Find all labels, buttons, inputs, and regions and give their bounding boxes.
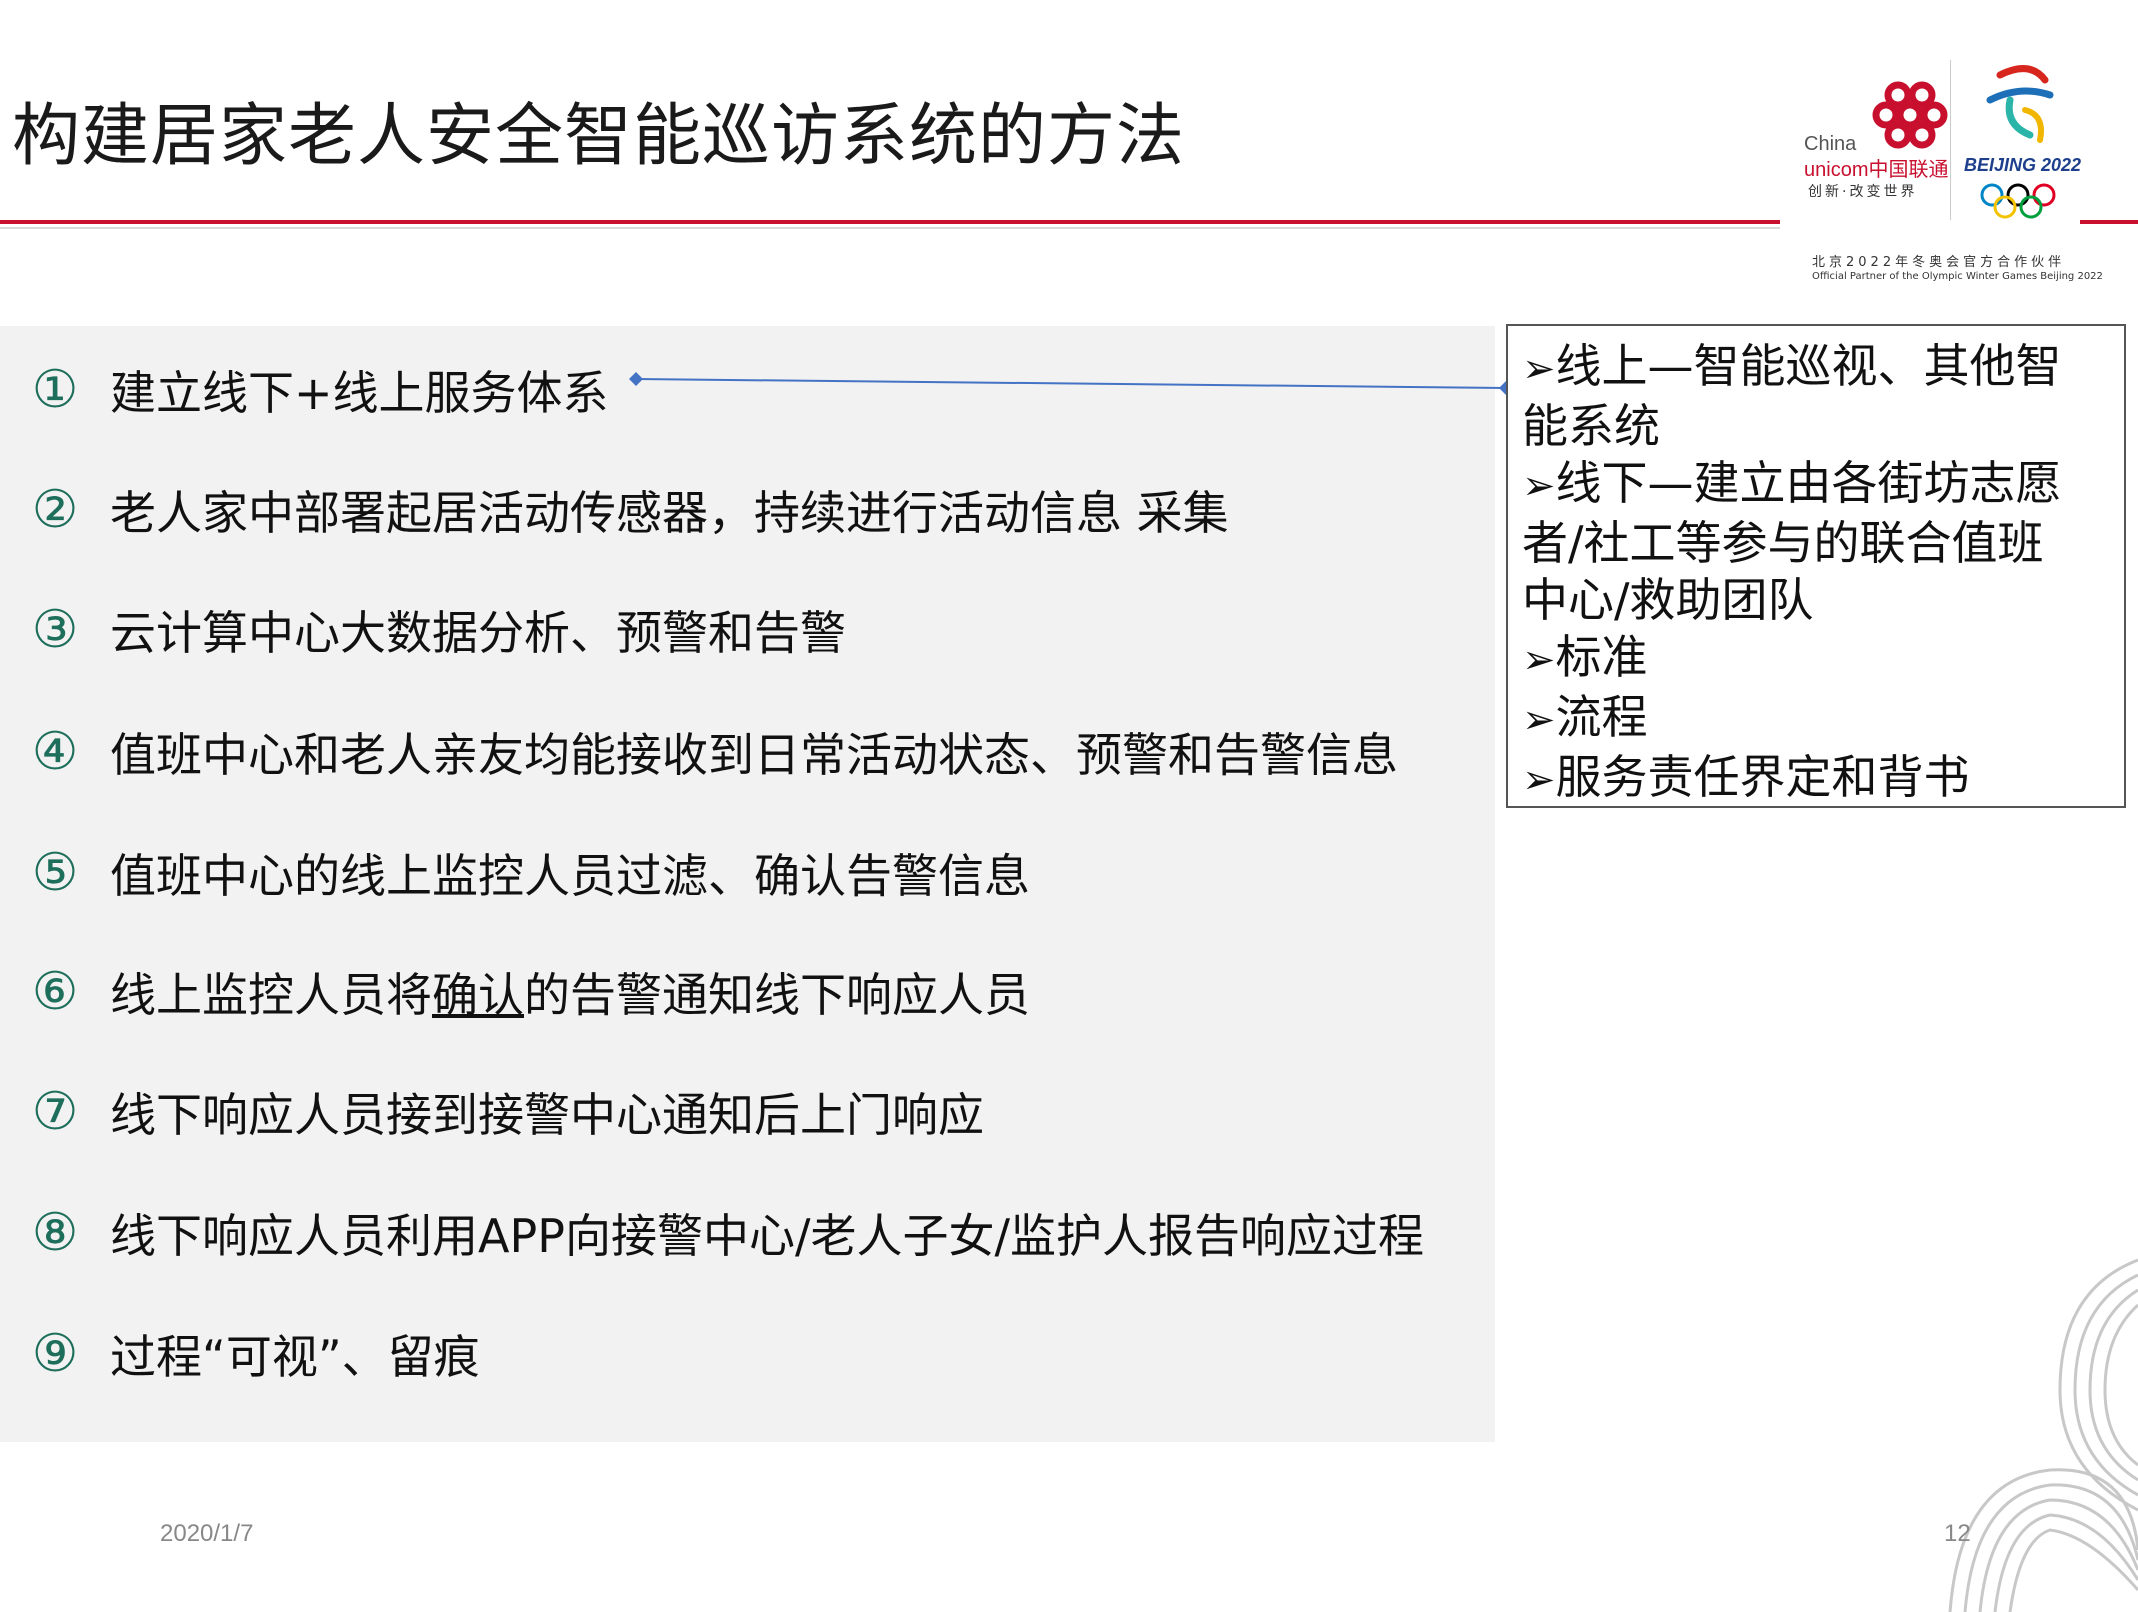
step-text: 值班中心的线上监控人员过滤、确认告警信息 [110,849,1030,903]
step-item-3: ③ 云计算中心大数据分析、预警和告警 [0,590,846,670]
unicom-slogan: 创新·改变世界 [1808,184,1918,200]
callout-line-6: ➢标准 [1522,629,2110,689]
logo-divider [1950,60,1951,220]
step-item-8: ⑧ 线下响应人员利用APP向接警中心/老人子女/监护人报告响应过程 [0,1193,1424,1273]
callout-line-4: 者/社工等参与的联合值班 [1522,515,2110,572]
step-text: 线上监控人员将确认的告警通知线下响应人员 [110,959,1030,1025]
step-item-6: ⑥ 线上监控人员将确认的告警通知线下响应人员 [0,952,1030,1032]
decorative-swirl-watermark-icon [1948,1258,2138,1612]
callout-text: 者/社工等参与的联合值班 [1522,516,2044,570]
partner-english-caption: Official Partner of the Olympic Winter G… [1812,271,2103,282]
step-text-underlined: 确认 [432,968,524,1022]
callout-line-7: ➢流程 [1522,689,2110,749]
callout-line-3: ➢线下—建立由各街坊志愿 [1522,455,2110,515]
beijing-2022-label: BEIJING 2022 [1964,155,2082,175]
callout-line-1: ➢线上—智能巡视、其他智 [1522,338,2110,398]
arrow-bullet-icon: ➢ [1522,697,1556,743]
step-text-before: 线上监控人员将 [110,968,432,1022]
beijing-2022-emblem-icon [1986,65,2054,143]
step-text: 过程“可视”、留痕 [110,1330,480,1384]
step-text: 值班中心和老人亲友均能接收到日常活动状态、预警和告警信息 [110,728,1398,782]
callout-text: 线下—建立由各街坊志愿 [1555,456,2062,510]
step-number: ⑤ [31,843,79,903]
step-text: 线下响应人员接到接警中心通知后上门响应 [110,1088,984,1142]
callout-text: 标准 [1555,630,1648,684]
callout-text: 中心/救助团队 [1522,573,1814,627]
step-text: 云计算中心大数据分析、预警和告警 [110,606,846,660]
china-unicom-knot-icon [1872,81,1948,149]
title-underline-red [0,220,1780,224]
olympic-rings-icon [1980,183,2056,219]
step-number: ④ [31,722,79,782]
arrow-bullet-icon: ➢ [1522,463,1556,509]
unicom-brand-label: unicom中国联通 [1804,159,1949,181]
step-item-4: ④ 值班中心和老人亲友均能接收到日常活动状态、预警和告警信息 [0,712,1398,792]
partner-chinese-caption: 北京2022年冬奥会官方合作伙伴 [1812,255,2066,270]
arrow-bullet-icon: ➢ [1522,637,1556,683]
service-system-callout: ➢线上—智能巡视、其他智 能系统 ➢线下—建立由各街坊志愿 者/社工等参与的联合… [1506,324,2126,808]
step-number: ⑥ [31,962,79,1022]
callout-text: 流程 [1555,690,1648,744]
step-item-2: ② 老人家中部署起居活动传感器，持续进行活动信息 采集 [0,470,1229,550]
callout-line-8: ➢服务责任界定和背书 [1522,749,2110,809]
callout-line-5: 中心/救助团队 [1522,572,2110,629]
step-number: ⑨ [31,1324,79,1384]
slide-title: 构建居家老人安全智能巡访系统的方法 [12,97,1186,176]
callout-text: 线上—智能巡视、其他智 [1555,339,2062,393]
arrow-bullet-icon: ➢ [1522,346,1556,392]
title-underline-grey [0,227,1780,229]
step-text: 建立线下+线上服务体系 [110,366,609,420]
step-number: ③ [31,600,79,660]
arrow-bullet-icon: ➢ [1522,757,1556,803]
step-item-9: ⑨ 过程“可视”、留痕 [0,1314,480,1394]
step-number: ② [31,480,79,540]
footer-page-number: 12 [1944,1520,1971,1547]
step-item-1: ① 建立线下+线上服务体系 [0,350,609,430]
step-text: 老人家中部署起居活动传感器，持续进行活动信息 采集 [110,486,1229,540]
step-text-after: 的告警通知线下响应人员 [524,968,1030,1022]
step-item-5: ⑤ 值班中心的线上监控人员过滤、确认告警信息 [0,833,1030,913]
callout-text: 服务责任界定和背书 [1555,750,1970,804]
step-item-7: ⑦ 线下响应人员接到接警中心通知后上门响应 [0,1072,984,1152]
step-number: ⑧ [31,1203,79,1263]
callout-text: 能系统 [1522,399,1660,453]
partner-logo-area: China unicom中国联通 创新·改变世界 BEIJING 2022 北京… [1790,55,2103,295]
step-number: ⑦ [31,1082,79,1142]
footer-date: 2020/1/7 [160,1520,254,1547]
callout-line-2: 能系统 [1522,398,2110,455]
step-text: 线下响应人员利用APP向接警中心/老人子女/监护人报告响应过程 [110,1209,1424,1263]
step-number: ① [31,360,79,420]
